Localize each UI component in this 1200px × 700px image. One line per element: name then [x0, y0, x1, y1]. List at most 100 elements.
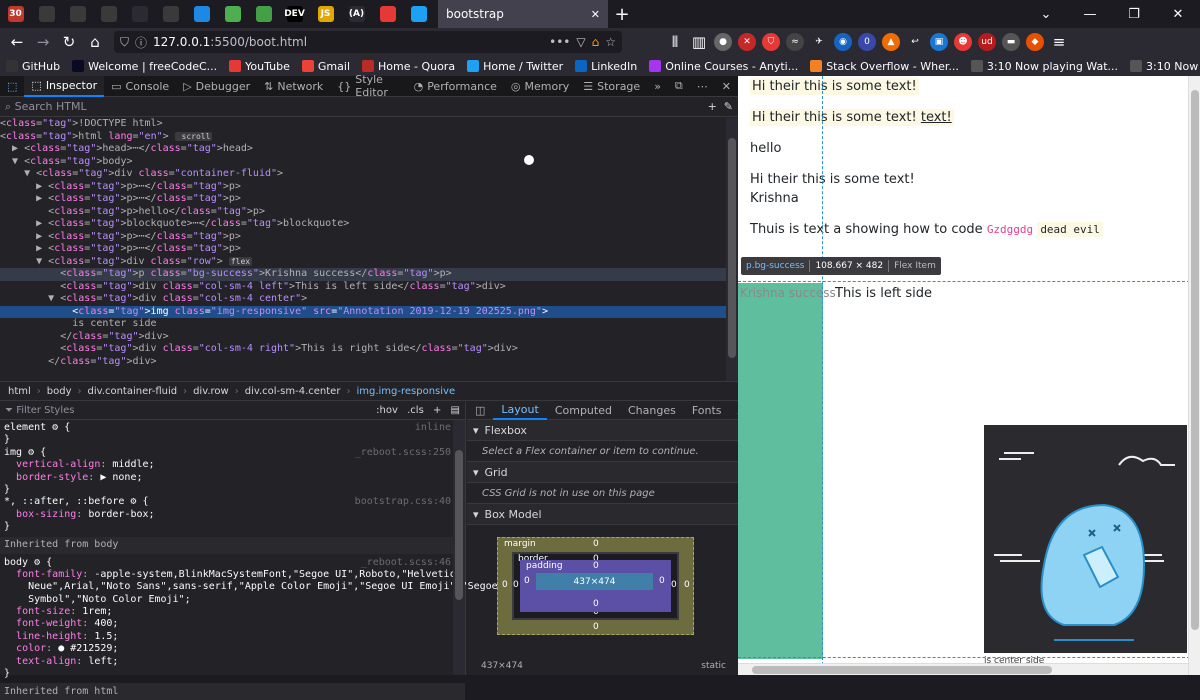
rule-line[interactable]: } [0, 668, 465, 680]
cls-button[interactable]: .cls [407, 405, 424, 416]
sidebar-tab-layout[interactable]: Layout [493, 402, 547, 420]
rule-line[interactable]: Neue",Arial,"Noto Sans",sans-serif,"Appl… [0, 581, 516, 593]
padding-bottom-value[interactable]: 0 [593, 599, 599, 609]
rule-line[interactable]: element ⚙ {inline [0, 422, 465, 434]
markup-view[interactable]: <class="tag">!DOCTYPE html> <class="tag">… [0, 118, 726, 381]
css-value[interactable]: middle; [106, 459, 154, 470]
pinned-tab[interactable]: (A) [341, 0, 372, 28]
rule-line[interactable]: *, ::after, ::before ⚙ { bootstrap.css:40 [0, 496, 465, 508]
markup-line[interactable]: ▶ <class="tag">head>⋯</class="tag">head> [0, 143, 726, 156]
tab-console[interactable]: ▭ Console [104, 76, 176, 97]
pinned-tab[interactable] [248, 0, 279, 28]
filter-styles-input[interactable]: ⏷ Filter Styles [5, 405, 74, 416]
markup-scrollbar[interactable] [726, 118, 738, 381]
extension-icon[interactable]: ⌂ [592, 35, 600, 49]
breadcrumb-item[interactable]: div.container-fluid [88, 386, 178, 397]
rule-line[interactable]: border-style: ▶ none; [0, 472, 465, 484]
pinned-tab[interactable] [155, 0, 186, 28]
close-window-icon[interactable]: ✕ [1156, 0, 1200, 28]
rule-line[interactable]: font-family: -apple-system,BlinkMacSyste… [0, 569, 465, 581]
bookmark-item[interactable]: Welcome | freeCodeC... [72, 60, 217, 73]
rule-line[interactable]: } [0, 434, 465, 446]
markup-line[interactable]: ▶ <class="tag">p>⋯</class="tag">p> [0, 181, 726, 194]
rule-line[interactable]: body ⚙ {_reboot.scss:46 [0, 557, 465, 569]
markup-line[interactable]: <class="tag">p class="bg-success">Krishn… [0, 268, 726, 281]
extension-pill-icon[interactable]: ▬ [1002, 33, 1020, 51]
element-picker-button[interactable]: ⬚ [0, 76, 24, 97]
tab-inspector[interactable]: ⬚ Inspector [24, 75, 105, 97]
css-value[interactable]: left; [82, 656, 118, 667]
scroll-thumb[interactable] [752, 666, 1052, 674]
bookmark-item[interactable]: GitHub [6, 60, 60, 73]
restore-icon[interactable]: ❐ [1112, 0, 1156, 28]
tab-storage[interactable]: ☰ Storage [576, 76, 647, 97]
pinned-tab[interactable]: JS [310, 0, 341, 28]
rule-source-link[interactable]: bootstrap.css:40 [355, 496, 451, 508]
breadcrumb-item[interactable]: body [47, 386, 72, 397]
rule-line[interactable]: img ⚙ { _reboot.scss:250 [0, 447, 465, 459]
markup-line[interactable]: <class="tag">div class="col-sm-4 left">T… [0, 281, 726, 294]
css-selector[interactable]: img ⚙ { [4, 447, 46, 458]
padding-right-value[interactable]: 0 [659, 576, 665, 586]
rule-source-link[interactable]: _reboot.scss:250 [355, 447, 451, 459]
markup-line[interactable]: ▶ <class="tag">p>⋯</class="tag">p> [0, 243, 726, 256]
pinned-tab[interactable] [372, 0, 403, 28]
bookmark-item[interactable]: LinkedIn [575, 60, 637, 73]
rules-body[interactable]: element ⚙ {inline} img ⚙ {_reboot.scss:25… [0, 420, 516, 700]
boxmodel-header[interactable]: ▾ Box Model [467, 504, 738, 525]
hov-button[interactable]: :hov [376, 405, 398, 416]
css-selector[interactable]: element ⚙ { [4, 422, 70, 433]
css-selector[interactable]: Symbol","Noto Color Emoji"; [4, 594, 191, 605]
pinned-tab[interactable] [186, 0, 217, 28]
menu-icon[interactable]: ≡ [1050, 29, 1068, 55]
bookmark-item[interactable]: YouTube [229, 60, 290, 73]
css-selector[interactable]: Neue",Arial,"Noto Sans",sans-serif,"Appl… [4, 581, 516, 592]
markup-line[interactable]: </class="tag">div> [0, 356, 726, 369]
breadcrumb-item[interactable]: img.img-responsive [356, 386, 455, 397]
tab-style-editor[interactable]: {} Style Editor [330, 73, 406, 99]
tab-performance[interactable]: ◔ Performance [407, 76, 504, 97]
bookmark-item[interactable]: Stack Overflow - Wher... [810, 60, 959, 73]
scroll-thumb[interactable] [455, 450, 463, 600]
tab-network[interactable]: ⇅ Network [257, 76, 330, 97]
rule-line[interactable]: } [0, 484, 465, 496]
sidebar-icon[interactable]: ▥ [690, 29, 708, 55]
pinned-tab[interactable]: DEV [279, 0, 310, 28]
shield-icon[interactable]: ⛉ [120, 35, 129, 50]
page-actions-icon[interactable]: ••• [549, 35, 570, 49]
print-media-icon[interactable]: ▤ [451, 405, 460, 416]
grid-header[interactable]: ▾ Grid [467, 462, 738, 483]
extension-arrow-icon[interactable]: ↩ [906, 33, 924, 51]
markup-line[interactable]: <class="tag">p>hello</class="tag">p> [0, 206, 726, 219]
css-value[interactable]: -apple-system,BlinkMacSystemFont,"Segoe … [88, 569, 461, 580]
page-scrollbar-horizontal[interactable] [738, 663, 1188, 675]
forward-button[interactable]: → [30, 29, 56, 55]
extension-ud-icon[interactable]: ud [978, 33, 996, 51]
border-left-value[interactable]: 0 [513, 580, 519, 590]
rule-line[interactable]: line-height: 1.5; [0, 631, 465, 643]
extension-box-icon[interactable]: ▣ [930, 33, 948, 51]
markup-line[interactable]: ▶ <class="tag">p>⋯</class="tag">p> [0, 193, 726, 206]
rule-line[interactable]: Symbol","Noto Color Emoji"; [0, 594, 465, 606]
page-info-icon[interactable]: ⓘ [135, 34, 147, 51]
margin-right-value[interactable]: 0 [684, 580, 690, 590]
css-property[interactable]: border-style [16, 472, 88, 483]
home-button[interactable]: ⌂ [82, 29, 108, 55]
bookmark-item[interactable]: 3:10 Now playing Wat... [1130, 60, 1200, 73]
sidebar-tab-changes[interactable]: Changes [620, 402, 684, 420]
css-selector[interactable]: } [4, 668, 10, 679]
markup-line[interactable]: ▼ <class="tag">div class="row"> flex [0, 256, 726, 269]
scroll-thumb[interactable] [728, 138, 736, 358]
library-icon[interactable]: ⫴ [666, 29, 684, 55]
css-selector[interactable]: *, ::after, ::before ⚙ { [4, 496, 149, 507]
css-property[interactable]: box-sizing [16, 509, 76, 520]
pinned-tab[interactable] [124, 0, 155, 28]
sidebar-tab-computed[interactable]: Computed [547, 402, 620, 420]
bookmark-item[interactable]: Gmail [301, 60, 350, 73]
bookmark-item[interactable]: Home / Twitter [467, 60, 563, 73]
tab-list-icon[interactable]: ⌄ [1024, 0, 1068, 28]
extension-rocket-icon[interactable]: ▲ [882, 33, 900, 51]
margin-bottom-value[interactable]: 0 [593, 622, 599, 632]
css-property[interactable]: font-weight [16, 618, 82, 629]
rule-line[interactable]: font-weight: 400; [0, 618, 465, 630]
